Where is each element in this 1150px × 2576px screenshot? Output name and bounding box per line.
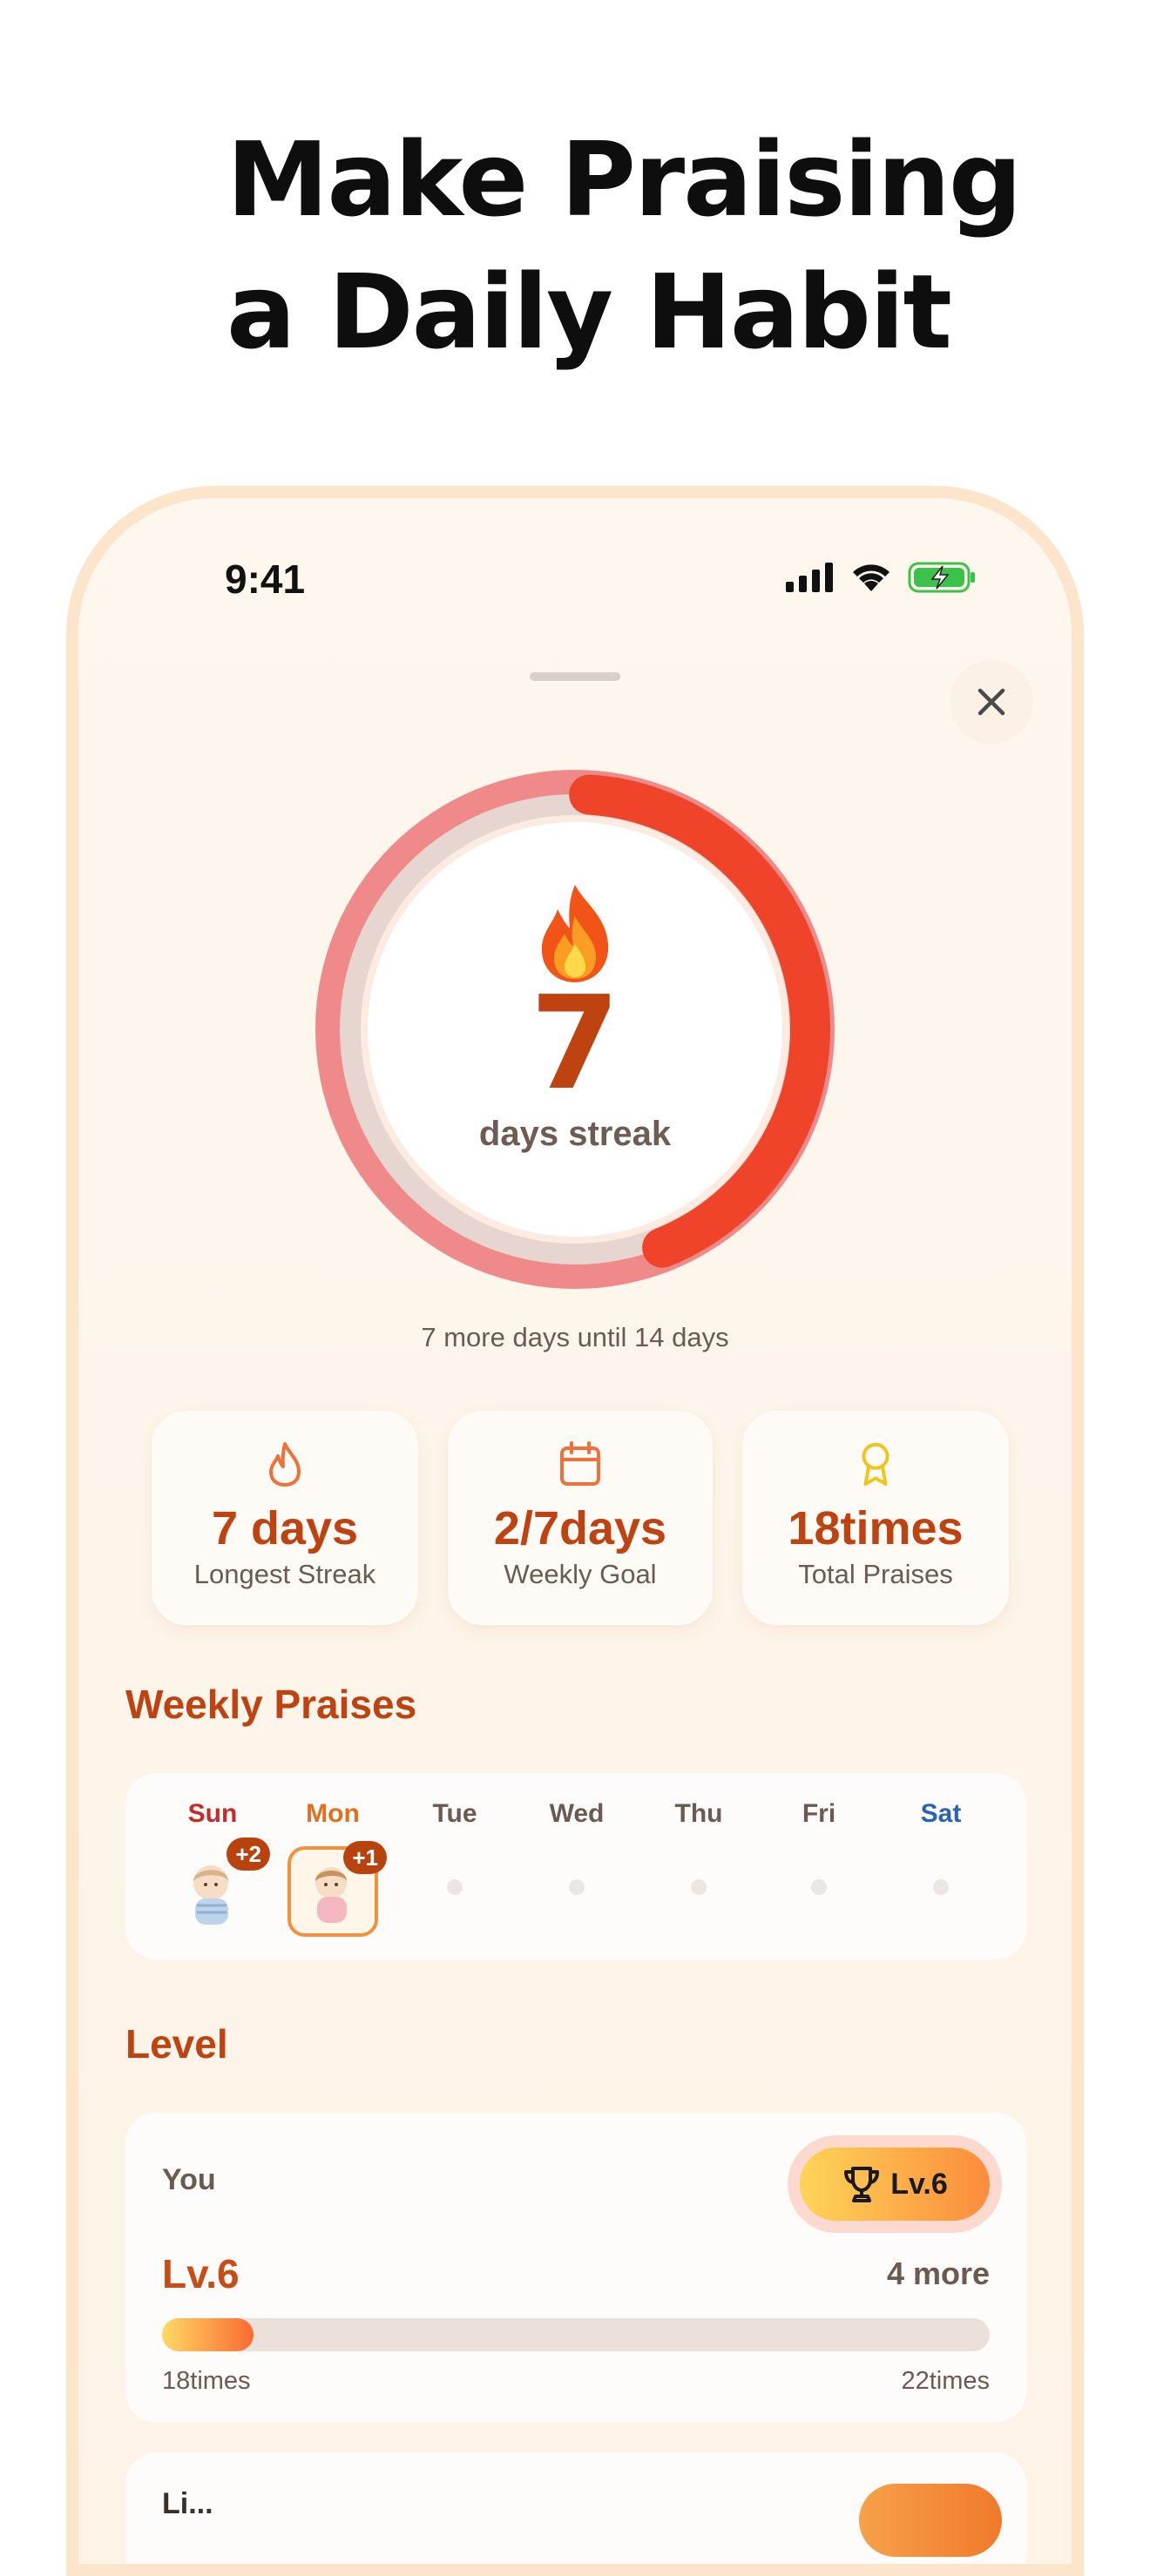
day-slot-sun[interactable]: +2 — [167, 1838, 270, 1937]
streak-label: days streak — [478, 1115, 672, 1153]
day-label-wed: Wed — [549, 1799, 605, 1828]
stat-value: 18times — [788, 1502, 964, 1554]
level-title: Level — [125, 2021, 228, 2067]
stat-card-total-praises: 18times Total Praises — [742, 1411, 1009, 1625]
day-label-thu: Thu — [674, 1799, 723, 1828]
stat-label: Longest Streak — [193, 1559, 376, 1589]
close-icon — [978, 688, 1005, 716]
calendar-icon — [560, 1441, 600, 1486]
battery-charging-icon — [908, 562, 975, 593]
streak-ring: 7 days streak — [307, 761, 843, 1298]
level-badge-label: Lv.6 — [890, 2167, 948, 2201]
phone-screen: 9:41 7 days streak 7 more days until 14 … — [78, 498, 1072, 2564]
award-ribbon-icon — [862, 1442, 890, 1487]
level-progress-track — [162, 2318, 990, 2351]
headline-line-2: a Daily Habit — [227, 252, 952, 372]
flame-icon — [269, 1442, 301, 1487]
day-label-tue: Tue — [432, 1799, 477, 1828]
stat-label: Total Praises — [798, 1559, 953, 1589]
streak-count: 7 — [530, 968, 620, 1118]
streak-subtitle: 7 more days until 14 days — [421, 1322, 729, 1352]
progress-min-label: 18times — [162, 2367, 251, 2395]
phone-frame: 9:41 7 days streak 7 more days until 14 … — [66, 486, 1084, 2576]
next-level-card: Li... — [125, 2452, 1026, 2564]
stat-card-weekly-goal: 2/7days Weekly Goal — [448, 1411, 713, 1625]
wifi-icon — [853, 564, 890, 591]
level-progress-fill — [162, 2318, 254, 2351]
stat-card-longest-streak: 7 days Longest Streak — [152, 1411, 418, 1625]
headline: Make Praising a Daily Habit — [0, 113, 1150, 378]
empty-day-dot — [933, 1879, 949, 1895]
stat-label: Weekly Goal — [504, 1559, 657, 1589]
stat-value: 7 days — [211, 1502, 359, 1554]
day-label-fri: Fri — [802, 1799, 836, 1828]
empty-day-dot — [691, 1879, 707, 1895]
level-card: You Lv.6 Lv.6 4 more 18times 22times — [125, 2113, 1026, 2423]
empty-day-dot — [811, 1879, 827, 1895]
sheet-grabber[interactable] — [530, 672, 620, 681]
empty-day-dot — [569, 1879, 585, 1895]
weekly-praises-card: Sun Mon Tue Wed Thu Fri Sat +2 +1 — [125, 1773, 1026, 1959]
level-badge-pill: Lv.6 — [800, 2148, 990, 2221]
weekly-praises-title: Weekly Praises — [125, 1682, 417, 1727]
praise-count-badge: +2 — [227, 1838, 270, 1871]
streak-center: 7 days streak — [307, 761, 843, 1298]
level-remaining: 4 more — [886, 2256, 990, 2291]
user-label: You — [162, 2163, 216, 2196]
day-label-sun: Sun — [187, 1799, 238, 1828]
stat-value: 2/7days — [493, 1502, 667, 1554]
progress-max-label: 22times — [901, 2367, 990, 2395]
next-card-label: Li... — [162, 2487, 213, 2520]
empty-day-dot — [447, 1879, 463, 1895]
current-level: Lv.6 — [162, 2251, 240, 2296]
status-icons — [786, 561, 978, 594]
close-button[interactable] — [950, 660, 1033, 744]
headline-line-1: Make Praising — [227, 119, 1022, 239]
signal-icon — [786, 563, 833, 592]
next-card-badge[interactable] — [859, 2484, 1002, 2557]
trophy-icon — [844, 2167, 880, 2202]
status-time: 9:41 — [225, 556, 306, 602]
day-label-sat: Sat — [920, 1799, 962, 1828]
day-slot-mon[interactable]: +1 — [288, 1841, 387, 1937]
level-badge[interactable]: Lv.6 — [788, 2135, 1002, 2233]
day-label-mon: Mon — [306, 1799, 360, 1828]
praise-count-badge: +1 — [343, 1841, 387, 1874]
